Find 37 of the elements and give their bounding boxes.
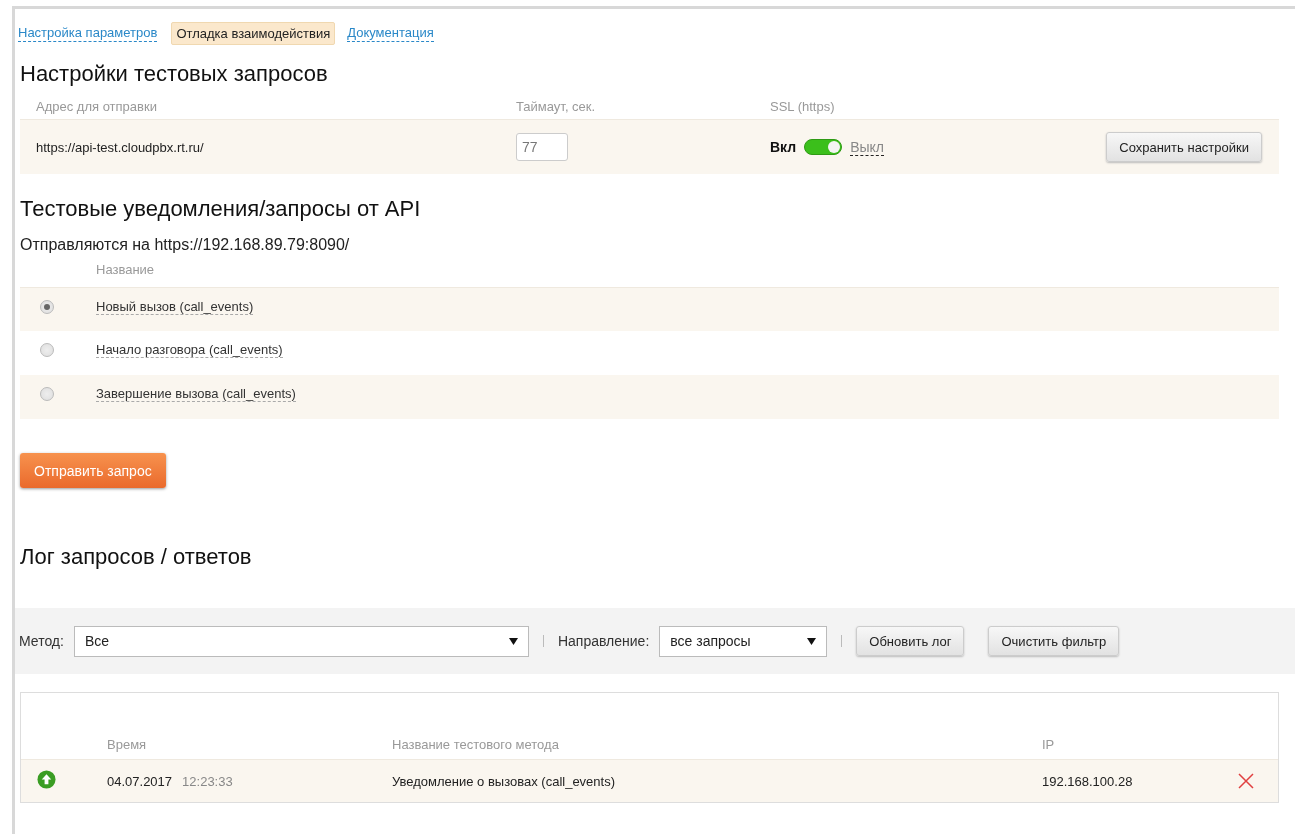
refresh-log-button[interactable]: Обновить лог — [856, 626, 965, 656]
address-text: https://api-test.cloudpbx.rt.ru/ — [36, 139, 205, 155]
ssl-toggle[interactable] — [804, 139, 843, 155]
ssl-on-label: Вкл — [770, 139, 797, 155]
radio-button[interactable] — [40, 343, 54, 357]
tab[interactable]: Документация — [347, 25, 434, 42]
column-header: SSL (https) — [770, 98, 836, 114]
column-header: Время — [107, 736, 148, 752]
column-header: Название — [95, 262, 156, 279]
dropdown-caret-icon — [508, 637, 518, 645]
notification-option[interactable]: Новый вызов (call_events) — [96, 298, 254, 315]
method-cell-text: Уведомление о вызовах (call_events) — [392, 773, 617, 789]
save-settings-button[interactable]: Сохранить настройки — [1106, 132, 1262, 162]
radio-button[interactable] — [40, 387, 54, 401]
notification-option[interactable]: Начало разговора (call_events) — [96, 342, 283, 358]
direction-select[interactable]: все запросы — [659, 625, 828, 657]
section-title: Настройки тестовых запросов — [20, 61, 329, 87]
date-cell-text: 04.07.2017 12:23:33 — [107, 773, 234, 789]
method-select[interactable]: Все — [73, 625, 529, 657]
method-label: Метод: — [19, 633, 64, 649]
clear-filter-button[interactable]: Очистить фильтр — [988, 626, 1120, 656]
ip-cell-text: 192.168.100.28 — [1042, 773, 1134, 789]
notification-option[interactable]: Завершение вызова (call_events) — [96, 386, 296, 402]
column-header: Таймаут, сек. — [516, 98, 597, 114]
column-header: Название тестового метода — [392, 736, 560, 752]
direction-label: Направление: — [557, 633, 650, 649]
column-header: IP — [1042, 736, 1056, 752]
endpoint-text: Отправляются на https://192.168.89.79:8090/ — [20, 236, 351, 254]
dropdown-caret-icon — [807, 637, 817, 645]
radio-button[interactable] — [40, 299, 54, 314]
section-title: Тестовые уведомления/запросы от API — [20, 196, 422, 222]
timeout-field[interactable]: 77 — [516, 133, 568, 161]
column-header: Адрес для отправки — [36, 98, 158, 114]
delete-icon[interactable] — [1238, 773, 1254, 789]
tab[interactable]: Отладка взаимодействия — [171, 22, 336, 45]
tab[interactable]: Настройка параметров — [18, 25, 158, 42]
section-title: Лог запросов / ответов — [20, 544, 253, 570]
